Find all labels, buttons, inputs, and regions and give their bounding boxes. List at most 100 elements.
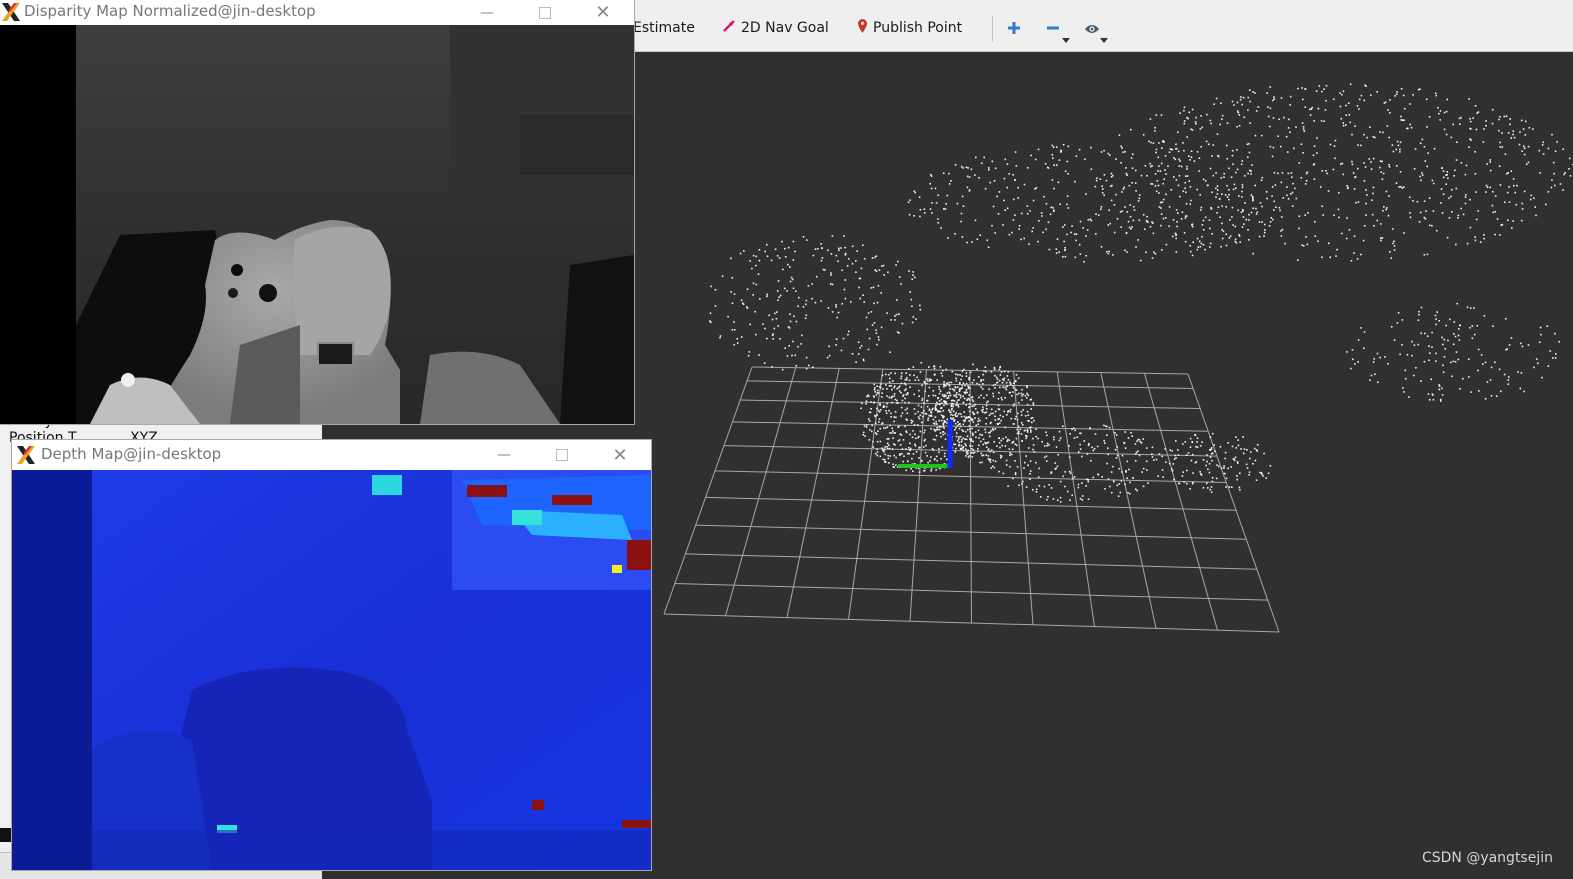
cloud-point — [991, 160, 994, 163]
cloud-point — [940, 435, 942, 438]
cloud-point — [1125, 167, 1127, 169]
close-button[interactable]: ✕ — [580, 0, 626, 25]
cloud-point — [915, 318, 917, 320]
cloud-point — [1012, 477, 1014, 480]
cloud-point — [1236, 478, 1238, 481]
cloud-point — [1030, 398, 1032, 401]
cloud-point — [929, 182, 931, 185]
cloud-point — [1552, 357, 1554, 359]
cloud-point — [889, 455, 891, 457]
cloud-point — [1271, 195, 1273, 197]
cloud-point — [971, 419, 973, 421]
cloud-point — [893, 385, 896, 387]
cloud-point — [904, 409, 907, 411]
cloud-point — [1235, 241, 1238, 244]
cloud-point — [885, 410, 887, 412]
cloud-point — [954, 413, 956, 416]
cloud-point — [1272, 117, 1275, 119]
2d-pose-estimate-tool[interactable]: Estimate — [633, 17, 695, 39]
cloud-point — [1512, 220, 1514, 222]
cloud-point — [1124, 447, 1127, 449]
cloud-point — [1342, 90, 1345, 93]
cloud-point — [1412, 200, 1414, 202]
cloud-point — [917, 416, 920, 418]
cloud-point — [996, 195, 998, 198]
cloud-point — [974, 408, 977, 410]
cloud-point — [884, 448, 886, 451]
cloud-point — [1435, 352, 1437, 355]
cloud-point — [733, 329, 736, 331]
cloud-point — [1026, 397, 1028, 399]
cloud-point — [938, 400, 941, 402]
rviz-3d-viewport[interactable]: CSDN @yangtsejin — [634, 52, 1573, 878]
cloud-point — [1418, 310, 1420, 313]
cloud-point — [1182, 190, 1185, 192]
cloud-point — [746, 306, 748, 308]
cloud-point — [931, 202, 933, 204]
minimize-button[interactable]: — — [464, 0, 510, 25]
cloud-point — [1175, 251, 1178, 253]
cloud-point — [1210, 453, 1213, 455]
cloud-point — [1176, 225, 1178, 228]
close-button[interactable]: ✕ — [597, 440, 643, 470]
cloud-point — [1403, 391, 1405, 393]
cloud-point — [909, 449, 911, 452]
cloud-point — [1161, 147, 1163, 149]
cloud-point — [1209, 488, 1212, 491]
tool-properties-dropdown-icon[interactable] — [1100, 38, 1108, 43]
cloud-point — [776, 290, 779, 292]
disparity-window-titlebar[interactable]: Disparity Map Normalized@jin-desktop — ✕ — [0, 0, 634, 25]
cloud-point — [994, 419, 997, 421]
maximize-button[interactable] — [539, 440, 585, 470]
cloud-point — [925, 413, 928, 415]
publish-point-tool[interactable]: Publish Point — [857, 17, 962, 39]
cloud-point — [1183, 106, 1186, 109]
cloud-point — [1234, 456, 1237, 459]
cloud-point — [1365, 202, 1367, 205]
cloud-point — [986, 446, 988, 448]
cloud-point — [1542, 141, 1545, 144]
disparity-map-window[interactable]: Disparity Map Normalized@jin-desktop — ✕ — [0, 0, 634, 424]
cloud-point — [1016, 466, 1019, 468]
remove-tool-dropdown-icon[interactable] — [1062, 38, 1070, 43]
cloud-point — [1302, 128, 1305, 130]
grid-line — [1143, 373, 1218, 631]
cloud-point — [1277, 135, 1279, 137]
cloud-point — [1087, 444, 1090, 446]
cloud-point — [1298, 162, 1301, 164]
cloud-point — [1498, 368, 1501, 371]
cloud-point — [946, 458, 948, 461]
cloud-point — [875, 329, 877, 331]
cloud-point — [1291, 205, 1294, 207]
cloud-point — [932, 438, 935, 441]
minimize-button[interactable]: — — [481, 440, 527, 470]
cloud-point — [1062, 226, 1064, 228]
cloud-point — [1439, 110, 1442, 112]
cloud-point — [1198, 170, 1201, 172]
cloud-point — [893, 395, 895, 397]
cloud-point — [876, 407, 878, 410]
cloud-point — [974, 417, 976, 419]
cloud-point — [1391, 144, 1394, 146]
maximize-button[interactable] — [522, 0, 568, 25]
cloud-point — [1241, 186, 1244, 189]
add-tool-button[interactable] — [1001, 16, 1027, 42]
cloud-point — [1248, 474, 1250, 476]
cloud-point — [938, 385, 940, 388]
cloud-point — [1249, 457, 1251, 460]
cloud-point — [1413, 374, 1415, 377]
cloud-point — [1175, 179, 1178, 181]
cloud-point — [863, 258, 866, 260]
cloud-point — [1527, 344, 1530, 346]
2d-nav-goal-tool[interactable]: 2D Nav Goal — [722, 17, 829, 39]
cloud-point — [1037, 148, 1040, 151]
depth-window-titlebar[interactable]: Depth Map@jin-desktop — ✕ — [12, 440, 651, 470]
cloud-point — [953, 443, 955, 446]
cloud-point — [1012, 198, 1015, 201]
cloud-point — [1302, 245, 1305, 247]
cloud-point — [1080, 432, 1082, 435]
cloud-point — [964, 419, 966, 421]
depth-map-window[interactable]: Depth Map@jin-desktop — ✕ — [12, 440, 651, 870]
cloud-point — [920, 460, 923, 462]
cloud-point — [865, 316, 868, 319]
